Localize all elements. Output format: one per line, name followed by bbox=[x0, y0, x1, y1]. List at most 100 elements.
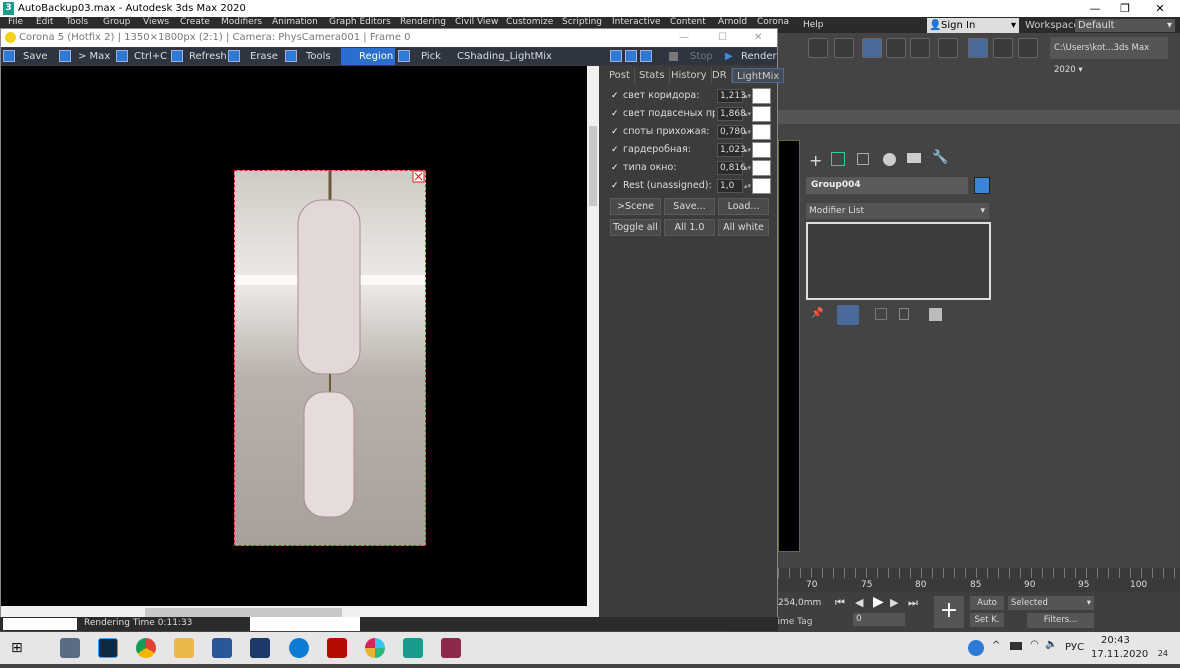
spinner-icon[interactable]: ▴▾ bbox=[744, 88, 751, 104]
edge-icon[interactable] bbox=[289, 638, 309, 658]
save-lightmix-button[interactable]: Save... bbox=[664, 198, 715, 215]
modifier-list-dropdown[interactable]: Modifier List ▾ bbox=[806, 203, 989, 219]
prev-frame-icon[interactable]: ◀ bbox=[855, 596, 863, 609]
show-end-result-icon[interactable] bbox=[837, 305, 859, 325]
light-checkbox[interactable]: ✓ bbox=[611, 145, 621, 155]
light-checkbox[interactable]: ✓ bbox=[611, 91, 621, 101]
tab-stats[interactable]: Stats bbox=[635, 68, 670, 83]
motion-tab-icon[interactable] bbox=[883, 153, 896, 166]
windows-start-icon[interactable]: ⊞ bbox=[11, 640, 23, 656]
refresh-button[interactable]: Refresh bbox=[189, 48, 227, 65]
light-checkbox[interactable]: ✓ bbox=[611, 109, 621, 119]
menu-views[interactable]: Views bbox=[143, 17, 169, 27]
notifications-icon[interactable]: 24 bbox=[1148, 640, 1168, 658]
to-scene-button[interactable]: >Scene bbox=[610, 198, 661, 215]
volume-icon[interactable]: 🔈 bbox=[1045, 639, 1057, 650]
scene-explorer-icon[interactable] bbox=[808, 38, 828, 58]
vfb-close-button[interactable]: ✕ bbox=[754, 29, 762, 47]
tools-button[interactable]: Tools bbox=[306, 48, 331, 65]
close-button[interactable]: ✕ bbox=[1145, 0, 1175, 17]
goto-start-icon[interactable]: ⏮ bbox=[835, 596, 845, 610]
current-frame-field[interactable]: 0 bbox=[853, 613, 905, 626]
light-intensity-field[interactable]: 1,0 bbox=[717, 179, 743, 193]
light-color-swatch[interactable] bbox=[752, 88, 771, 104]
menu-interactive[interactable]: Interactive bbox=[612, 17, 660, 27]
save-button[interactable]: Save bbox=[23, 48, 48, 65]
help-tray-icon[interactable] bbox=[968, 640, 984, 656]
stop-button[interactable]: Stop bbox=[690, 48, 713, 65]
maxscript-listener[interactable] bbox=[3, 618, 77, 630]
tab-dr[interactable]: DR bbox=[708, 68, 732, 83]
menu-content[interactable]: Content bbox=[670, 17, 706, 27]
utilities-tab-icon[interactable]: 🔧 bbox=[932, 150, 948, 165]
vfb-maximize-button[interactable]: ☐ bbox=[718, 29, 727, 47]
render-viewport[interactable] bbox=[1, 66, 587, 606]
modifier-stack[interactable] bbox=[806, 222, 991, 300]
autodesk-app-icon[interactable] bbox=[250, 638, 270, 658]
tab-history[interactable]: History bbox=[667, 68, 712, 83]
make-unique-icon[interactable] bbox=[875, 308, 887, 320]
menu-edit[interactable]: Edit bbox=[36, 17, 53, 27]
create-tab-icon[interactable]: + bbox=[809, 151, 822, 170]
menu-civil-view[interactable]: Civil View bbox=[455, 17, 498, 27]
chrome-icon[interactable] bbox=[136, 638, 156, 658]
menu-tools[interactable]: Tools bbox=[66, 17, 88, 27]
project-folder-dropdown[interactable]: C:\Users\kot...3ds Max 2020 ▾ bbox=[1050, 37, 1168, 75]
light-intensity-field[interactable]: 1,213 bbox=[717, 89, 746, 103]
light-intensity-field[interactable]: 0,780 bbox=[717, 125, 746, 139]
minimize-button[interactable]: — bbox=[1080, 0, 1110, 17]
play-icon[interactable]: ▶ bbox=[873, 594, 884, 610]
light-color-swatch[interactable] bbox=[752, 106, 771, 122]
tab-post[interactable]: Post bbox=[605, 68, 635, 83]
light-intensity-field[interactable]: 0,816 bbox=[717, 161, 746, 175]
sign-in-dropdown[interactable]: 👤 Sign In ▾ bbox=[927, 18, 1019, 33]
erase-button[interactable]: Erase bbox=[250, 48, 278, 65]
hierarchy-tab-icon[interactable] bbox=[857, 153, 869, 165]
wifi-icon[interactable]: ◠ bbox=[1030, 639, 1039, 650]
to-max-button[interactable]: > Max bbox=[78, 48, 110, 65]
light-intensity-field[interactable]: 1,868 bbox=[717, 107, 746, 121]
set-key-big-button[interactable]: + bbox=[934, 596, 964, 628]
spinner-icon[interactable]: ▴▾ bbox=[744, 178, 751, 194]
modify-tab-icon[interactable] bbox=[831, 152, 845, 166]
spinner-icon[interactable]: ▴▾ bbox=[744, 106, 751, 122]
set-key-button[interactable]: Set K. bbox=[970, 613, 1004, 627]
next-frame-icon[interactable]: ▶ bbox=[890, 596, 898, 609]
menu-graph-editors[interactable]: Graph Editors bbox=[329, 17, 391, 27]
key-filter-select[interactable]: Selected ▾ bbox=[1008, 596, 1094, 610]
goto-end-icon[interactable]: ⏭ bbox=[908, 596, 918, 610]
light-checkbox[interactable]: ✓ bbox=[611, 181, 621, 191]
acrobat-icon[interactable] bbox=[327, 638, 347, 658]
filters-button[interactable]: Filters... bbox=[1027, 613, 1094, 628]
object-color-swatch[interactable] bbox=[974, 177, 990, 194]
all-white-button[interactable]: All white bbox=[718, 219, 769, 236]
spinner-icon[interactable]: ▴▾ bbox=[744, 124, 751, 140]
slack-icon[interactable] bbox=[365, 638, 385, 658]
display-tab-icon[interactable] bbox=[907, 153, 921, 163]
clock-time[interactable]: 20:43 bbox=[1101, 635, 1130, 646]
spinner-icon[interactable]: ▴▾ bbox=[744, 142, 751, 158]
curve-editor-icon[interactable] bbox=[886, 38, 906, 58]
zoom-in-icon[interactable] bbox=[610, 50, 622, 62]
menu-corona[interactable]: Corona bbox=[757, 17, 789, 27]
material-editor-icon[interactable] bbox=[938, 38, 958, 58]
menu-help[interactable]: Help bbox=[803, 20, 824, 30]
render-teapot-icon[interactable] bbox=[1018, 38, 1038, 58]
tray-chevron-icon[interactable]: ^ bbox=[992, 640, 1000, 651]
light-checkbox[interactable]: ✓ bbox=[611, 127, 621, 137]
zoom-out-icon[interactable] bbox=[625, 50, 637, 62]
clock-date[interactable]: 17.11.2020 bbox=[1091, 649, 1148, 660]
menu-arnold[interactable]: Arnold bbox=[718, 17, 747, 27]
word-icon[interactable] bbox=[212, 638, 232, 658]
render-setup-icon[interactable] bbox=[968, 38, 988, 58]
vfb-minimize-button[interactable]: — bbox=[679, 29, 689, 47]
menu-group[interactable]: Group bbox=[103, 17, 130, 27]
vertical-scrollbar[interactable] bbox=[587, 66, 599, 606]
light-color-swatch[interactable] bbox=[752, 142, 771, 158]
calculator-icon[interactable] bbox=[60, 638, 80, 658]
ribbon-icon[interactable] bbox=[862, 38, 882, 58]
3dsmax-taskbar-icon[interactable] bbox=[403, 638, 423, 658]
pin-stack-icon[interactable]: 📌 bbox=[811, 308, 823, 319]
layer-explorer-icon[interactable] bbox=[834, 38, 854, 58]
light-intensity-field[interactable]: 1,023 bbox=[717, 143, 746, 157]
